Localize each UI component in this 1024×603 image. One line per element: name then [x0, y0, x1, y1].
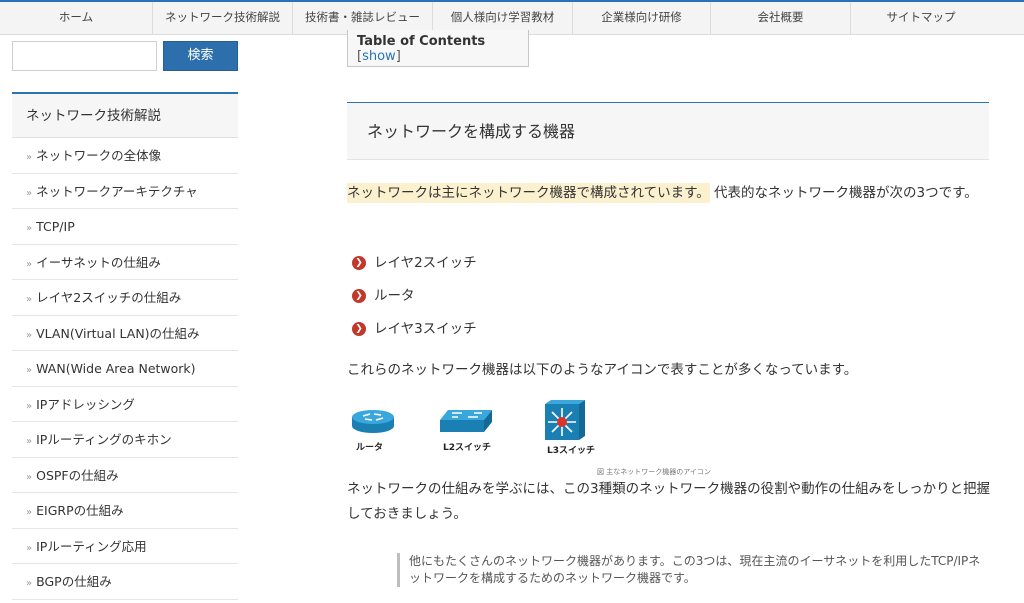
- toc-title: Table of Contents: [357, 34, 486, 49]
- device-list: ❯ レイヤ2スイッチ ❯ ルータ ❯ レイヤ3スイッチ: [352, 250, 477, 349]
- bullet-icon: »: [26, 365, 33, 376]
- chevron-right-icon: ❯: [352, 289, 366, 303]
- sidebar-item[interactable]: » IPルーティング応用: [12, 529, 238, 564]
- sidebar-item[interactable]: » OSPFの仕組み: [12, 458, 238, 493]
- list-item: ❯ ルータ: [352, 283, 477, 316]
- bullet-icon: »: [26, 187, 33, 199]
- sidebar-item[interactable]: » レイヤ2スイッチの仕組み: [12, 280, 238, 316]
- l3-switch-label: L3スイッチ: [547, 446, 595, 456]
- list-item-label: レイヤ2スイッチ: [374, 255, 477, 271]
- sidebar-item[interactable]: » イーサネットの仕組み: [12, 245, 238, 280]
- sidebar-item-label: WAN(Wide Area Network): [36, 361, 196, 376]
- list-item: ❯ レイヤ2スイッチ: [352, 250, 477, 283]
- network-device-figure: ルータ L2スイッチ L3スイッチ 図 主なネットワーク機器のアイコン: [347, 398, 992, 478]
- sidebar-item-label: TCP/IP: [36, 219, 75, 234]
- nav-company[interactable]: 会社概要: [711, 2, 851, 35]
- sidebar-item[interactable]: » IPアドレッシング: [12, 387, 238, 422]
- nav-network-tech[interactable]: ネットワーク技術解説: [153, 2, 293, 35]
- bullet-icon: »: [26, 223, 33, 234]
- router-label: ルータ: [356, 443, 384, 453]
- section-heading: ネットワークを構成する機器: [347, 102, 989, 160]
- bullet-icon: »: [26, 578, 33, 589]
- intro-paragraph: ネットワークは主にネットワーク機器で構成されています。 代表的なネットワーク機器…: [347, 181, 992, 206]
- bullet-icon: »: [26, 542, 33, 554]
- sidebar-item-label: EIGRPの仕組み: [36, 503, 124, 518]
- note-blockquote: 他にもたくさんのネットワーク機器があります。この3つは、現在主流のイーサネットを…: [397, 553, 987, 587]
- search-input[interactable]: [12, 41, 157, 71]
- sidebar-item-label: IPルーティング応用: [36, 538, 147, 554]
- l2-switch-label: L2スイッチ: [443, 443, 491, 453]
- nav-home[interactable]: ホーム: [0, 2, 153, 35]
- sidebar-item[interactable]: » IPルーティングのキホン: [12, 422, 238, 458]
- chevron-right-icon: ❯: [352, 256, 366, 270]
- icons-paragraph: これらのネットワーク機器は以下のようなアイコンで表すことが多くなっています。: [347, 362, 858, 378]
- toc-close-bracket: ]: [395, 49, 401, 64]
- sidebar-item-label: イーサネットの仕組み: [36, 254, 161, 270]
- sidebar-item[interactable]: » VLAN(Virtual LAN)の仕組み: [12, 316, 238, 351]
- bullet-icon: »: [26, 329, 33, 341]
- sidebar-item-label: VLAN(Virtual LAN)の仕組み: [36, 325, 200, 341]
- sidebar-item-label: レイヤ2スイッチの仕組み: [36, 290, 182, 305]
- bullet-icon: »: [26, 400, 33, 412]
- sidebar-item-label: OSPFの仕組み: [36, 467, 119, 483]
- search-button[interactable]: 検索: [163, 41, 238, 71]
- intro-rest-text: 代表的なネットワーク機器が次の3つです。: [714, 185, 978, 201]
- sidebar-item[interactable]: » EIGRPの仕組み: [12, 493, 238, 529]
- bullet-icon: »: [26, 471, 33, 483]
- bullet-icon: »: [26, 258, 33, 270]
- sidebar-item[interactable]: » ネットワークアーキテクチャ: [12, 174, 238, 209]
- sidebar-item[interactable]: » ネットワークの全体像: [12, 138, 238, 174]
- bullet-icon: »: [26, 294, 33, 305]
- sidebar-item[interactable]: » WAN(Wide Area Network): [12, 351, 238, 387]
- figure-caption: 図 主なネットワーク機器のアイコン: [597, 468, 711, 476]
- chevron-right-icon: ❯: [352, 322, 366, 336]
- sidebar-item[interactable]: » BGPの仕組み: [12, 564, 238, 600]
- sidebar: ネットワーク技術解説 » ネットワークの全体像 » ネットワークアーキテクチャ » T…: [12, 92, 238, 600]
- sidebar-item-label: IPアドレッシング: [36, 396, 135, 412]
- bullet-icon: »: [26, 436, 33, 447]
- sidebar-item-label: IPルーティングのキホン: [36, 432, 172, 447]
- list-item-label: ルータ: [374, 288, 415, 304]
- nav-sitemap[interactable]: サイトマップ: [851, 2, 991, 35]
- sidebar-list: » ネットワークの全体像 » ネットワークアーキテクチャ » TCP/IP » イーサネ…: [12, 138, 238, 600]
- l2-switch-icon: [440, 410, 492, 432]
- summary-paragraph: ネットワークの仕組みを学ぶには、この3種類のネットワーク機器の役割や動作の仕組み…: [347, 481, 991, 522]
- list-item: ❯ レイヤ3スイッチ: [352, 316, 477, 349]
- sidebar-item-label: BGPの仕組み: [36, 574, 112, 589]
- bullet-icon: »: [26, 507, 33, 518]
- sidebar-item-label: ネットワークの全体像: [36, 148, 162, 163]
- nav-corporate-training[interactable]: 企業様向け研修: [573, 2, 711, 35]
- router-icon: [352, 410, 394, 433]
- table-of-contents: Table of Contents [show]: [347, 30, 529, 67]
- list-item-label: レイヤ3スイッチ: [374, 321, 477, 337]
- highlighted-text: ネットワークは主にネットワーク機器で構成されています。: [347, 183, 710, 203]
- l3-switch-icon: [545, 400, 585, 440]
- sidebar-item[interactable]: » TCP/IP: [12, 209, 238, 245]
- sidebar-title: ネットワーク技術解説: [12, 94, 238, 138]
- bullet-icon: »: [26, 152, 33, 163]
- toc-show-link[interactable]: show: [362, 49, 396, 64]
- sidebar-item-label: ネットワークアーキテクチャ: [36, 183, 198, 199]
